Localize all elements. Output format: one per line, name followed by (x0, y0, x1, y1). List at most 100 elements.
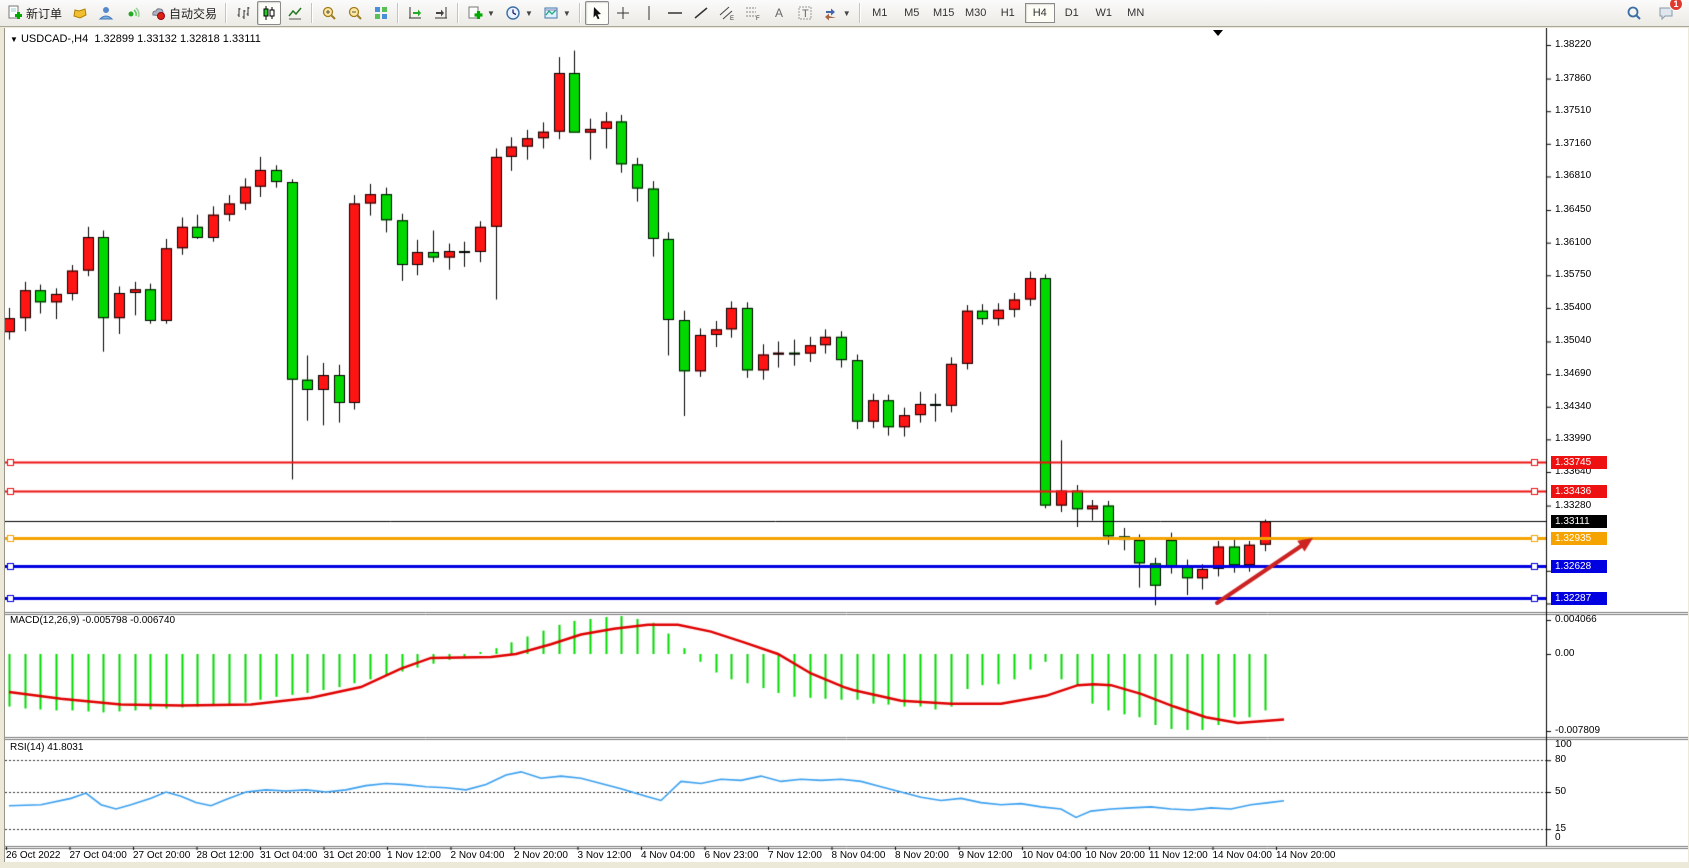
rsi-axis-tick: 80 (1555, 754, 1566, 765)
price-axis-tick: 1.36100 (1555, 237, 1591, 248)
cursor-button[interactable] (585, 1, 609, 25)
trend-icon (693, 5, 709, 21)
price-axis-tick: 1.35750 (1555, 269, 1591, 280)
textA-icon: A (771, 5, 787, 21)
hline-price-tag: 1.32287 (1551, 592, 1607, 605)
price-axis-tick: 1.36810 (1555, 170, 1591, 181)
time-axis-label: 9 Nov 12:00 (959, 850, 1013, 861)
timeframe-button-m5[interactable]: M5 (897, 3, 927, 23)
signals-button[interactable] (120, 1, 144, 25)
time-axis-label: 3 Nov 12:00 (578, 850, 632, 861)
svg-text:A: A (775, 6, 783, 20)
lens-icon (1626, 5, 1642, 21)
rsi-axis-tick: 100 (1555, 739, 1572, 750)
macd-axis-tick: -0.007809 (1555, 725, 1600, 736)
zoom-in-button[interactable] (317, 1, 341, 25)
line-chart-button[interactable] (283, 1, 307, 25)
fibo-button[interactable]: F (741, 1, 765, 25)
timeframe-button-mn[interactable]: MN (1121, 3, 1151, 23)
time-axis-label: 10 Nov 04:00 (1022, 850, 1082, 861)
chart-shift-button[interactable] (429, 1, 453, 25)
search-button[interactable] (1622, 1, 1646, 25)
crosshair-icon (615, 5, 631, 21)
periods-button[interactable]: ▼ (501, 1, 537, 25)
trendline-button[interactable] (689, 1, 713, 25)
auto-scroll-button[interactable] (403, 1, 427, 25)
dropdown-arrow-icon[interactable]: ▼ (487, 9, 495, 18)
chart-shift-marker-icon[interactable] (1213, 30, 1223, 36)
rsi-indicator-label: RSI(14) 41.8031 (10, 742, 83, 753)
price-axis-tick: 1.35400 (1555, 302, 1591, 313)
dropdown-arrow-icon[interactable]: ▼ (843, 9, 851, 18)
time-axis-label: 2 Nov 04:00 (451, 850, 505, 861)
price-alert-button[interactable] (68, 1, 92, 25)
time-axis-label: 31 Oct 04:00 (260, 850, 317, 861)
crosshair-button[interactable] (611, 1, 635, 25)
timeframe-button-m15[interactable]: M15 (929, 3, 959, 23)
timeframe-button-h1[interactable]: H1 (993, 3, 1023, 23)
main-toolbar: 新订单 自动交易 ▼ ▼ ▼ E F AT ▼ M1M5M15M30H1H4D1W1MN 1 (0, 0, 1689, 27)
timeframe-button-m1[interactable]: M1 (865, 3, 895, 23)
vline-button[interactable] (637, 1, 661, 25)
time-axis-label: 8 Nov 20:00 (895, 850, 949, 861)
chart-window: ▼ USDCAD-,H4 1.32899 1.33132 1.32818 1.3… (4, 28, 1688, 862)
tile-windows-button[interactable] (369, 1, 393, 25)
macd-indicator-label: MACD(12,26,9) -0.005798 -0.006740 (10, 615, 175, 626)
macd-axis-tick: 0.004066 (1555, 614, 1597, 625)
hline-price-tag: 1.32935 (1551, 532, 1607, 545)
time-axis-label: 11 Nov 12:00 (1149, 850, 1208, 861)
market-watch-button[interactable] (94, 1, 118, 25)
chart-canvas[interactable] (5, 28, 1688, 862)
time-axis-label: 28 Oct 12:00 (197, 850, 254, 861)
dropdown-arrow-icon[interactable]: ▼ (525, 9, 533, 18)
vline-icon (641, 5, 657, 21)
toolbar-separator (579, 3, 581, 23)
chat-button[interactable]: 1 (1654, 1, 1678, 25)
arrows-button[interactable]: ▼ (819, 1, 855, 25)
template-icon (543, 5, 559, 21)
rsi-axis-tick: 0 (1555, 832, 1561, 843)
templates-button[interactable]: ▼ (539, 1, 575, 25)
timeframe-button-m30[interactable]: M30 (961, 3, 991, 23)
time-axis-label: 26 Oct 2022 (6, 850, 60, 861)
chart-menu-arrow-icon[interactable]: ▼ (10, 35, 18, 44)
candles-icon (261, 5, 277, 21)
toolbar-button-label: 自动交易 (169, 5, 217, 22)
doc-plus-icon (7, 5, 23, 21)
chart-title: ▼ USDCAD-,H4 1.32899 1.33132 1.32818 1.3… (10, 33, 261, 45)
timeframe-button-d1[interactable]: D1 (1057, 3, 1087, 23)
label-button[interactable]: T (793, 1, 817, 25)
zoom-in-icon (321, 5, 337, 21)
time-axis-label: 10 Nov 20:00 (1086, 850, 1146, 861)
terminal-window: 新订单 自动交易 ▼ ▼ ▼ E F AT ▼ M1M5M15M30H1H4D1W1MN 1 ▼ U… (0, 0, 1689, 868)
rsi-axis-tick: 50 (1555, 786, 1566, 797)
channel-button[interactable]: E (715, 1, 739, 25)
tile-icon (373, 5, 389, 21)
svg-text:F: F (756, 16, 760, 21)
time-axis-label: 7 Nov 12:00 (768, 850, 822, 861)
hline-price-tag: 1.32628 (1551, 560, 1607, 573)
hline-icon (667, 5, 683, 21)
bar-chart-button[interactable] (231, 1, 255, 25)
time-axis-label: 14 Nov 20:00 (1276, 850, 1336, 861)
autotrade-button[interactable]: 自动交易 (146, 1, 221, 25)
zoom-out-icon (347, 5, 363, 21)
time-axis-label: 14 Nov 04:00 (1213, 850, 1273, 861)
indicators-button[interactable]: ▼ (463, 1, 499, 25)
timeframe-button-w1[interactable]: W1 (1089, 3, 1119, 23)
toolbar-separator (457, 3, 459, 23)
toolbar-separator (397, 3, 399, 23)
plus-doc-icon (467, 5, 483, 21)
clock-icon (505, 5, 521, 21)
chartshift-icon (433, 5, 449, 21)
text-button[interactable]: A (767, 1, 791, 25)
new-order-button[interactable]: 新订单 (3, 1, 66, 25)
time-axis-label: 6 Nov 23:00 (705, 850, 759, 861)
dropdown-arrow-icon[interactable]: ▼ (563, 9, 571, 18)
zoom-out-button[interactable] (343, 1, 367, 25)
timeframe-button-h4[interactable]: H4 (1025, 3, 1055, 23)
hline-button[interactable] (663, 1, 687, 25)
notification-badge: 1 (1669, 0, 1683, 11)
price-axis-tick: 1.34340 (1555, 401, 1591, 412)
candle-chart-button[interactable] (257, 1, 281, 25)
